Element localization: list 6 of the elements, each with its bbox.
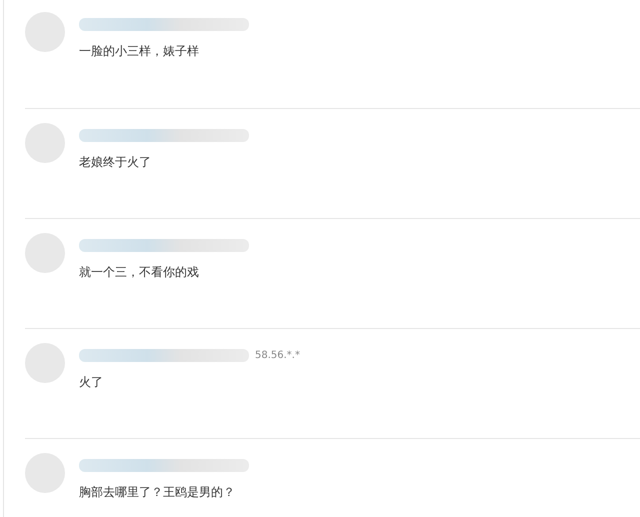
comment-text: 胸部去哪里了？王鸥是男的？ (79, 484, 236, 501)
comment-text: 老娘终于火了 (79, 154, 152, 171)
ip-address: 58.56.*.* (255, 350, 300, 361)
comment-text: 火了 (79, 374, 104, 391)
comment-text: 就一个三，不看你的戏 (79, 264, 200, 281)
comment-text: 一脸的小三样，婊子样 (79, 43, 200, 60)
